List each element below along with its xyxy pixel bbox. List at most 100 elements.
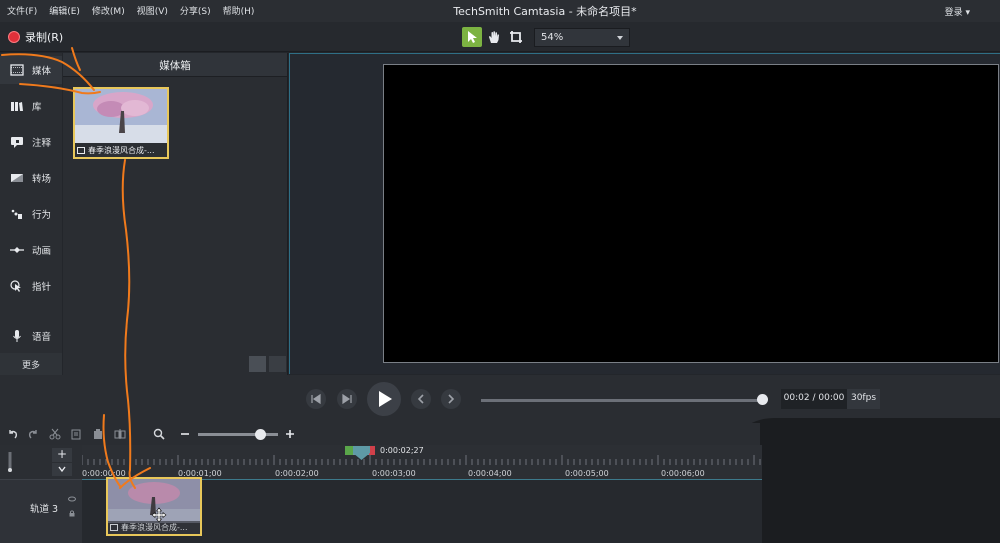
range-start-handle[interactable] xyxy=(345,446,353,455)
timeline-header: + xyxy=(0,445,82,479)
playhead-time: 0:00:02;27 xyxy=(380,446,424,455)
login-label: 登录 xyxy=(944,8,963,18)
cut-icon[interactable] xyxy=(49,428,61,440)
video-canvas[interactable] xyxy=(383,64,999,363)
tick-label: 0:00:06;00 xyxy=(661,469,705,478)
callout-icon xyxy=(11,137,23,148)
collapse-tracks-button[interactable] xyxy=(52,463,72,476)
zoom-in-icon[interactable] xyxy=(284,428,296,440)
step-back-button[interactable] xyxy=(306,389,326,409)
film-icon xyxy=(10,64,24,76)
login-menu[interactable]: 登录 ▾ xyxy=(945,5,970,18)
scrubber-handle[interactable] xyxy=(757,394,768,405)
fps-selector[interactable]: 30fps xyxy=(847,389,880,409)
sidebar-item-annotations[interactable]: 注释 xyxy=(0,128,62,156)
next-marker-button[interactable] xyxy=(441,389,461,409)
library-icon xyxy=(11,102,23,111)
clip-name: 春季浪漫风合成-... xyxy=(121,523,188,532)
record-button[interactable]: 录制(R) xyxy=(8,29,63,45)
eye-icon[interactable] xyxy=(68,496,76,502)
tick-label: 0:00:03;00 xyxy=(372,469,416,478)
select-tool-button[interactable] xyxy=(462,27,482,47)
bin-view-toggles xyxy=(249,356,286,372)
redo-icon[interactable] xyxy=(27,428,39,440)
track-height-icon[interactable] xyxy=(6,450,18,474)
play-button[interactable] xyxy=(367,382,401,416)
chevron-down-icon xyxy=(617,36,623,40)
playhead-handle[interactable] xyxy=(353,446,370,460)
chevron-down-icon xyxy=(58,466,66,473)
properties-panel-shadow xyxy=(728,418,1000,543)
sidebar-item-animations[interactable]: 动画 xyxy=(0,236,62,264)
crop-tool-button[interactable] xyxy=(506,27,526,47)
playback-scrubber[interactable] xyxy=(481,399,763,402)
canvas-zoom-dropdown[interactable]: 54% xyxy=(534,28,630,47)
sidebar-item-label: 语音 xyxy=(32,332,52,343)
crop-icon xyxy=(510,31,522,43)
more-tools-label: 更多 xyxy=(22,360,41,371)
clip-caption: 春季浪漫风合成-... xyxy=(75,143,167,157)
video-clip-icon xyxy=(110,524,118,531)
clip-thumbnail xyxy=(75,89,167,143)
more-tools-button[interactable]: 更多 xyxy=(0,353,62,375)
paste-icon[interactable] xyxy=(92,428,104,440)
sidebar-item-cursor-effects[interactable]: 指针 xyxy=(0,272,62,300)
media-bin-clip[interactable]: 春季浪漫风合成-... xyxy=(73,87,169,159)
timeline-zoom-handle[interactable] xyxy=(255,429,266,440)
behavior-icon xyxy=(11,209,22,219)
pan-tool-button[interactable] xyxy=(484,27,504,47)
animation-icon xyxy=(10,247,24,253)
sidebar-item-label: 库 xyxy=(32,102,42,113)
time-display: 00:02 / 00:00 xyxy=(781,389,847,409)
cursor-effect-icon xyxy=(10,280,21,292)
timeline-toolbar xyxy=(0,423,760,445)
sidebar-item-label: 指针 xyxy=(32,282,52,293)
track-header[interactable]: 轨道 3 xyxy=(0,479,82,543)
sidebar-item-label: 注释 xyxy=(32,138,52,149)
step-forward-button[interactable] xyxy=(337,389,357,409)
hand-icon xyxy=(489,31,499,43)
record-label: 录制(R) xyxy=(25,31,64,44)
sidebar-item-media[interactable]: 媒体 xyxy=(0,56,62,84)
sidebar-item-label: 动画 xyxy=(32,246,52,257)
zoom-out-icon[interactable] xyxy=(179,428,191,440)
grid-view-icon[interactable] xyxy=(249,356,266,372)
sidebar-item-label: 行为 xyxy=(32,210,52,221)
split-icon[interactable] xyxy=(114,428,126,440)
track-name: 轨道 3 xyxy=(30,504,59,515)
step-back-icon xyxy=(311,393,321,405)
arrow-pointer-icon xyxy=(468,31,477,43)
media-bin-title: 媒体箱 xyxy=(63,53,287,77)
tick-label: 0:00:02;00 xyxy=(275,469,319,478)
clip-name: 春季浪漫风合成-... xyxy=(88,145,155,155)
copy-icon[interactable] xyxy=(70,428,82,440)
list-view-icon[interactable] xyxy=(269,356,286,372)
menu-bar: 文件(F) 编辑(E) 修改(M) 视图(V) 分享(S) 帮助(H) Tech… xyxy=(0,0,1000,22)
playback-bar: 00:02 / 00:00 30fps xyxy=(0,375,1000,423)
transition-icon xyxy=(11,174,23,182)
chevron-right-icon xyxy=(448,394,455,404)
media-bin-panel: 媒体箱 春季浪漫风合成-... xyxy=(63,53,288,375)
tick-label: 0:00:05;00 xyxy=(565,469,609,478)
blossom-tree-image xyxy=(75,89,167,143)
step-forward-icon xyxy=(342,393,352,405)
move-cursor-icon xyxy=(151,507,167,523)
lock-icon[interactable] xyxy=(69,510,75,517)
sidebar-item-library[interactable]: 库 xyxy=(0,92,62,120)
window-title: TechSmith Camtasia - 未命名项目* xyxy=(453,5,637,18)
chevron-left-icon xyxy=(417,394,424,404)
sidebar-item-transitions[interactable]: 转场 xyxy=(0,164,62,192)
tool-tabs-sidebar: 媒体 库 注释 转场 行为 动画 指针 语音 xyxy=(0,53,62,375)
timeline-zoom-slider[interactable] xyxy=(198,433,278,436)
canvas-zoom-value: 54% xyxy=(541,32,564,43)
add-track-button[interactable]: + xyxy=(52,448,72,462)
undo-icon[interactable] xyxy=(7,428,19,440)
sidebar-item-label: 媒体 xyxy=(32,66,52,77)
microphone-icon xyxy=(13,330,21,342)
sidebar-item-behaviors[interactable]: 行为 xyxy=(0,200,62,228)
previous-marker-button[interactable] xyxy=(411,389,431,409)
top-toolbar: 录制(R) 54% xyxy=(0,22,1000,52)
zoom-to-fit-icon[interactable] xyxy=(153,428,165,440)
tick-label: 0:00:04;00 xyxy=(468,469,512,478)
sidebar-item-voice-narration[interactable]: 语音 xyxy=(0,322,62,350)
